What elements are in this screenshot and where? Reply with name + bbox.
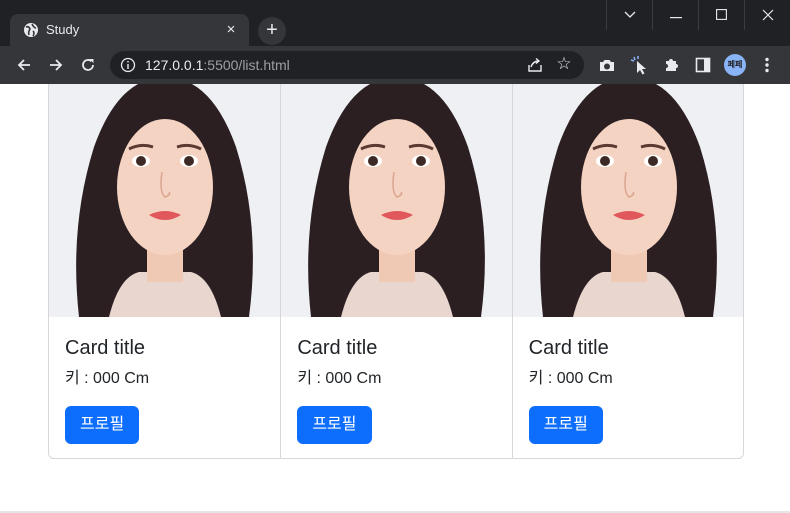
page-viewport: Card title 키 : 000 Cm 프로필 Card title 키:… bbox=[0, 84, 790, 513]
card-body: Card title 키 : 000 Cm 프로필 bbox=[297, 336, 381, 444]
card: Card title 키 : 000 Cm 프로필 bbox=[280, 84, 513, 458]
close-icon bbox=[762, 9, 773, 21]
card-title: Card title bbox=[65, 337, 146, 359]
profile-button[interactable]: 프로필 bbox=[297, 406, 372, 444]
forward-button[interactable] bbox=[44, 53, 68, 77]
card-image bbox=[512, 84, 743, 317]
card-group: Card title 키 : 000 Cm 프로필 Card title 키:… bbox=[48, 84, 744, 459]
kebab-menu-icon bbox=[765, 57, 769, 73]
chevron-down-icon bbox=[624, 11, 635, 18]
card-body: Card title 키 : 000 Cm 프로필 bbox=[528, 336, 613, 444]
portrait-illustration bbox=[49, 84, 280, 317]
cursor-click-icon bbox=[630, 56, 646, 75]
address-bar[interactable]: 127.0.0.1:5500/list.html ☆ bbox=[110, 51, 584, 79]
portrait-illustration bbox=[512, 84, 743, 317]
tab-study[interactable]: Study × bbox=[10, 14, 249, 46]
card-text: 키 : 000 Cm bbox=[297, 370, 382, 387]
card: Card title 키 : 000 Cm 프로필 bbox=[511, 84, 743, 458]
profile-avatar[interactable]: 페페 bbox=[724, 54, 746, 76]
camera-icon bbox=[600, 60, 614, 71]
new-tab-button[interactable]: + bbox=[258, 17, 286, 45]
profile-button[interactable]: 프로필 bbox=[528, 406, 603, 444]
reload-button[interactable] bbox=[76, 53, 100, 77]
bookmark-star-icon[interactable]: ☆ bbox=[554, 54, 574, 74]
arrow-left-icon bbox=[17, 59, 30, 71]
card-image bbox=[49, 84, 280, 317]
cursor-extension-button[interactable] bbox=[628, 53, 652, 77]
card-image bbox=[281, 84, 513, 317]
card-body: Card title 키 : 000 Cm 프로필 bbox=[65, 336, 149, 444]
url-host: 127.0.0.1 bbox=[145, 57, 204, 73]
card-title: Card title bbox=[297, 337, 378, 359]
card: Card title 키 : 000 Cm 프로필 bbox=[49, 84, 280, 458]
tab-search-button[interactable] bbox=[606, 0, 652, 30]
side-panel-icon bbox=[695, 57, 711, 73]
card-title: Card title bbox=[528, 337, 609, 359]
tab-close-icon[interactable]: × bbox=[221, 20, 241, 40]
puzzle-icon bbox=[666, 59, 678, 71]
url-path: :5500/list.html bbox=[203, 57, 290, 73]
url-text: 127.0.0.1:5500/list.html bbox=[145, 57, 290, 73]
browser-toolbar: 127.0.0.1:5500/list.html ☆ bbox=[0, 46, 790, 84]
tab-title: Study bbox=[46, 22, 80, 37]
minimize-button[interactable] bbox=[652, 0, 698, 30]
minimize-icon bbox=[669, 17, 682, 19]
back-button[interactable] bbox=[12, 53, 36, 77]
info-icon[interactable] bbox=[120, 57, 136, 73]
card-text: 키 : 000 Cm bbox=[65, 370, 150, 387]
arrow-right-icon bbox=[50, 59, 63, 71]
close-window-button[interactable] bbox=[744, 0, 790, 30]
side-panel-button[interactable] bbox=[691, 53, 715, 77]
portrait-illustration bbox=[281, 84, 513, 317]
maximize-button[interactable] bbox=[698, 0, 744, 30]
menu-button[interactable] bbox=[755, 53, 779, 77]
globe-icon bbox=[24, 23, 38, 37]
screenshot-button[interactable] bbox=[595, 53, 619, 77]
reload-icon bbox=[82, 59, 94, 71]
maximize-icon bbox=[716, 9, 727, 20]
share-icon[interactable] bbox=[526, 56, 544, 74]
profile-button[interactable]: 프로필 bbox=[65, 406, 140, 444]
card-text: 키 : 000 Cm bbox=[528, 370, 613, 387]
extensions-button[interactable] bbox=[659, 53, 683, 77]
browser-window: Study × + 127.0.0.1:5500/list.html ☆ 페페 … bbox=[0, 0, 790, 513]
tab-strip: Study × + bbox=[0, 0, 790, 46]
